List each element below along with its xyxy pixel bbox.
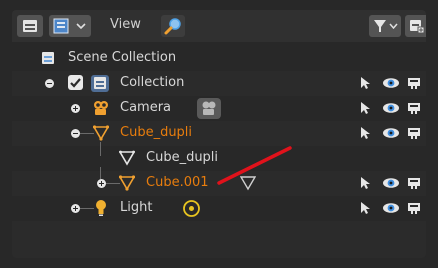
scene-collection-icon: [42, 52, 54, 64]
editor-type-button[interactable]: [17, 15, 43, 37]
collection-icon-bg: [91, 75, 109, 92]
render-icon[interactable]: [406, 101, 422, 115]
mesh-data-label: Cube_dupli: [146, 150, 219, 165]
cube-dupli-label: Cube_dupli: [120, 125, 193, 140]
restriction-toggles-collection: [360, 76, 422, 90]
mesh-object-icon: [93, 125, 109, 141]
editor-type-icon: [23, 20, 37, 32]
render-icon[interactable]: [406, 176, 422, 190]
select-arrow-icon[interactable]: [360, 126, 370, 140]
mesh-data-icon[interactable]: [240, 175, 256, 191]
tree-row-cube-dupli-mesh[interactable]: Cube_dupli: [12, 142, 426, 171]
chevron-down-icon: [389, 23, 398, 30]
camera-label: Camera: [120, 100, 172, 115]
light-object-icon: [96, 200, 106, 216]
display-mode-icon: [53, 18, 69, 34]
eye-icon[interactable]: [382, 127, 400, 139]
camera-data-button[interactable]: [197, 98, 221, 119]
collapse-icon[interactable]: [45, 79, 54, 88]
tree-connector: [100, 142, 101, 156]
display-mode-dropdown[interactable]: [49, 15, 91, 37]
restriction-toggles-cube-001: [360, 176, 422, 190]
mesh-data-icon: [119, 150, 135, 166]
expand-icon[interactable]: [97, 179, 106, 188]
collection-label: Collection: [120, 75, 185, 90]
eye-icon[interactable]: [382, 77, 400, 89]
view-menu[interactable]: View: [110, 17, 141, 32]
render-icon[interactable]: [406, 76, 422, 90]
new-collection-button[interactable]: [405, 15, 426, 37]
outliner-panel: View Scene Collection Collection Camera …: [12, 10, 426, 258]
render-icon[interactable]: [406, 126, 422, 140]
expand-icon[interactable]: [71, 204, 80, 213]
cube-001-label: Cube.001: [146, 175, 209, 190]
mesh-object-icon: [119, 175, 135, 191]
search-icon: [164, 18, 181, 35]
tree-row-scene-collection[interactable]: Scene Collection: [12, 46, 426, 71]
collapse-icon[interactable]: [71, 129, 80, 138]
eye-icon[interactable]: [382, 102, 400, 114]
outliner-header: View: [12, 10, 426, 42]
outliner-empty-area: [12, 242, 426, 258]
chevron-down-icon: [76, 23, 86, 30]
restriction-toggles-light: [360, 201, 422, 215]
filter-icon: [374, 20, 386, 32]
restriction-toggles-camera: [360, 101, 422, 115]
light-label: Light: [120, 200, 153, 215]
camera-data-icon: [202, 101, 216, 115]
restriction-toggles-cube-dupli: [360, 126, 422, 140]
tree-connector: [80, 208, 94, 209]
select-arrow-icon[interactable]: [360, 101, 370, 115]
tree-connector: [80, 133, 94, 134]
camera-object-icon: [94, 101, 108, 115]
tree-connector: [106, 183, 120, 184]
filter-dropdown[interactable]: [369, 15, 401, 37]
expand-icon[interactable]: [71, 104, 80, 113]
collection-icon: [94, 77, 106, 89]
new-collection-icon: [410, 20, 425, 34]
select-arrow-icon[interactable]: [360, 176, 370, 190]
search-button[interactable]: [161, 15, 185, 37]
checkmark-icon: [70, 78, 81, 88]
render-icon[interactable]: [406, 201, 422, 215]
select-arrow-icon[interactable]: [360, 201, 370, 215]
scene-collection-label: Scene Collection: [68, 50, 177, 65]
light-data-icon[interactable]: [182, 199, 201, 218]
exclude-checkbox[interactable]: [68, 75, 83, 90]
eye-icon[interactable]: [382, 177, 400, 189]
eye-icon[interactable]: [382, 202, 400, 214]
select-arrow-icon[interactable]: [360, 76, 370, 90]
